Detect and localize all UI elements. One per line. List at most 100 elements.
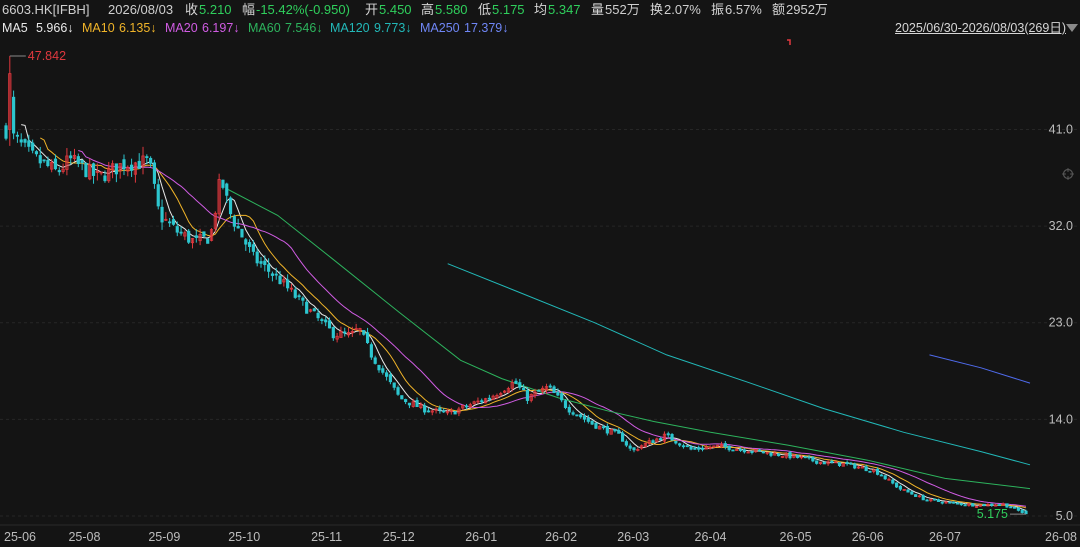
candle-body (80, 160, 84, 164)
candle-body (594, 422, 598, 429)
ma60-value: 7.546↓ (285, 21, 323, 35)
candle-body (807, 456, 811, 459)
ma120-label: MA120 (330, 21, 370, 35)
candle-body (952, 501, 956, 504)
x-tick-label: 26-08 (1045, 530, 1077, 544)
candle-body (815, 460, 819, 464)
candle-body (537, 389, 541, 392)
candle-body (400, 395, 404, 400)
amplitude-value: 6.57% (725, 2, 762, 17)
turnover-value: 2.07% (664, 2, 701, 17)
markers: 47.842 5.175 (9, 39, 1026, 521)
candle-body (601, 426, 606, 429)
candle-body (244, 239, 248, 245)
candle-body (628, 445, 632, 449)
x-tick-label: 26-06 (852, 530, 884, 544)
candle-body (879, 474, 883, 477)
ma120-value: 9.773↓ (374, 21, 412, 35)
ma5-label: MA5 (2, 21, 28, 35)
close-value: 5.210 (199, 2, 232, 17)
candle-body (1020, 509, 1024, 513)
crosshair-icon[interactable] (1062, 168, 1074, 180)
candle-body (697, 447, 701, 450)
candle-body (312, 308, 316, 312)
candle-body (263, 260, 267, 266)
candle-body (187, 230, 191, 243)
candle-body (811, 456, 815, 462)
candle-body (415, 400, 419, 408)
ma250-label: MA250 (420, 21, 460, 35)
candle-body (423, 405, 427, 413)
candle-body (674, 440, 678, 444)
candle-body (267, 264, 271, 272)
candle-body (369, 344, 373, 358)
candle-body (27, 140, 31, 147)
candle-body (895, 482, 899, 488)
amount-value: 2952万 (786, 2, 828, 17)
candle-body (84, 163, 88, 178)
candle-body (365, 332, 370, 344)
candle-body (605, 425, 609, 434)
candle-body (385, 372, 389, 377)
candle-body (225, 183, 229, 196)
ma5-line (21, 124, 1027, 511)
candle-body (331, 327, 335, 339)
candle-body (1012, 506, 1017, 509)
ma20-value: 6.197↓ (202, 21, 240, 35)
candle-body (579, 414, 583, 418)
candle-body (236, 226, 240, 229)
candle-body (305, 301, 309, 314)
candle-body (69, 155, 73, 159)
x-tick-label: 25-09 (148, 530, 180, 544)
amount-label: 额 (772, 2, 786, 17)
candle-body (57, 170, 61, 173)
candle-body (803, 456, 807, 459)
candle-body (149, 157, 153, 164)
candle-body (286, 279, 290, 289)
candle-body (388, 374, 392, 383)
ma250-line (929, 354, 1031, 384)
candle-body (670, 434, 674, 441)
candle-body (175, 226, 179, 233)
candle-body (575, 414, 579, 417)
close-label: 收 (185, 2, 199, 17)
candle-body (582, 416, 587, 420)
candle-body (898, 485, 902, 490)
candle-body (822, 461, 826, 465)
candle-body (666, 433, 670, 436)
candle-body (552, 386, 556, 394)
candle-body (620, 432, 625, 442)
low-label: 低 (478, 2, 492, 17)
date-range-selector[interactable]: 2025/06/30-2026/08/03(269日) (895, 19, 1066, 37)
candle-body (738, 449, 743, 451)
low-value: 5.175 (492, 2, 525, 17)
dropdown-arrow-icon[interactable] (1066, 24, 1078, 32)
candle-body (567, 406, 571, 413)
candle-body (316, 312, 320, 319)
candle-body (46, 159, 50, 166)
candle-body (940, 501, 944, 504)
candle-body (247, 242, 252, 247)
x-tick-label: 25-08 (68, 530, 100, 544)
ma60-line (225, 188, 1031, 490)
candle-body (103, 175, 107, 182)
candle-body (343, 331, 347, 334)
x-tick-label: 26-03 (617, 530, 649, 544)
candle-body (914, 494, 918, 497)
y-tick-label: 41.0 (1049, 122, 1073, 136)
candle-body (171, 219, 176, 225)
open-value: 5.450 (379, 2, 412, 17)
candle-body (221, 179, 225, 188)
event-marker (787, 39, 791, 45)
candle-body (659, 438, 663, 441)
y-tick-label: 14.0 (1049, 412, 1073, 426)
candle-body (788, 452, 792, 459)
candle-body (1009, 506, 1013, 509)
candle-body (777, 453, 781, 457)
candle-body (327, 320, 332, 329)
symbol: 6603.HK[IFBH] (2, 2, 90, 17)
ma120-line (447, 263, 1031, 466)
candle-body (160, 206, 164, 223)
y-tick-label: 23.0 (1049, 316, 1073, 330)
candle-body (678, 443, 682, 446)
